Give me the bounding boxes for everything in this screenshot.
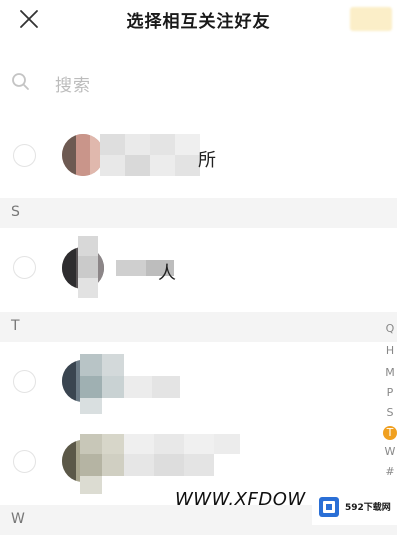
section-header: T: [0, 312, 397, 342]
nav-header: 选择相互关注好友: [0, 0, 397, 40]
watermark-text: WWW.XFDOW: [175, 489, 306, 510]
section-letter: S: [11, 204, 20, 220]
index-letter-h[interactable]: H: [383, 344, 397, 358]
watermark-site: 592下载网: [345, 503, 391, 513]
blurred-name: [80, 434, 240, 496]
section-header: S: [0, 198, 397, 228]
index-letter-t-active[interactable]: T: [383, 426, 397, 440]
site-logo-icon: [319, 497, 339, 517]
index-letter-p[interactable]: P: [383, 386, 397, 400]
section-letter: W: [11, 511, 25, 527]
index-letter-w[interactable]: W: [383, 445, 397, 459]
index-letter-m[interactable]: M: [383, 366, 397, 380]
contact-name: 人: [158, 263, 176, 284]
contact-row[interactable]: 所: [0, 122, 397, 190]
index-letter-s[interactable]: S: [383, 406, 397, 420]
avatar: [62, 134, 104, 176]
search-icon: [12, 73, 29, 90]
confirm-button[interactable]: [350, 7, 392, 31]
search-bar[interactable]: 搜索: [0, 60, 397, 104]
select-radio[interactable]: [13, 256, 36, 279]
search-input[interactable]: 搜索: [55, 71, 91, 96]
select-radio[interactable]: [13, 144, 36, 167]
index-letter-q[interactable]: Q: [383, 322, 397, 336]
contact-name: 所: [198, 150, 216, 171]
page-title: 选择相互关注好友: [126, 12, 271, 32]
index-letter-hash[interactable]: #: [383, 465, 397, 479]
section-letter: T: [11, 318, 20, 334]
contact-row[interactable]: [0, 348, 397, 416]
contact-row[interactable]: [0, 428, 397, 496]
blurred-name: [80, 354, 180, 414]
select-radio[interactable]: [13, 370, 36, 393]
blurred-name: [100, 134, 200, 176]
contact-row[interactable]: 人: [0, 234, 397, 302]
select-radio[interactable]: [13, 450, 36, 473]
